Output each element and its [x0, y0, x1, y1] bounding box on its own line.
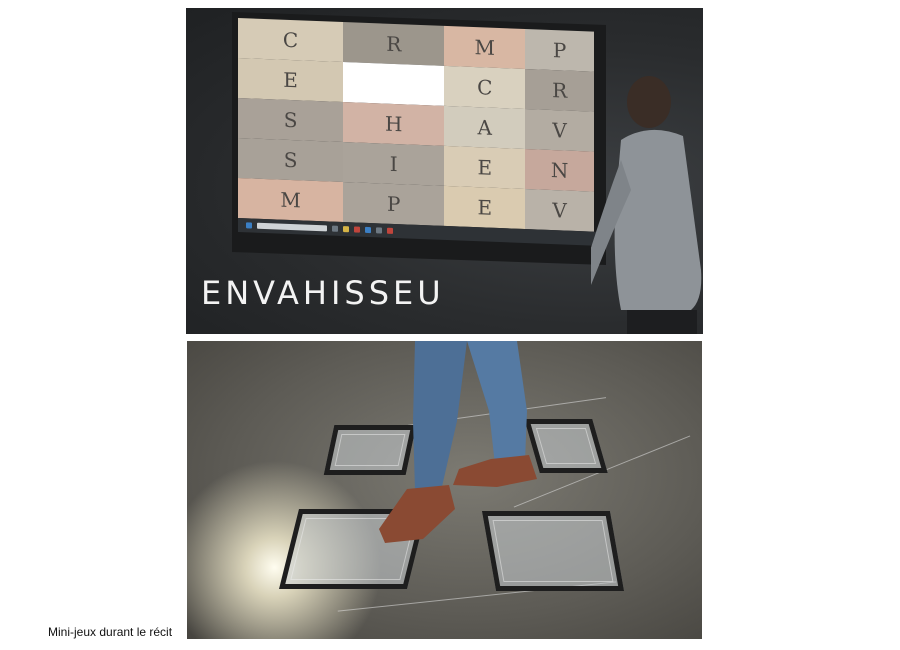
grid-letter-cell: R: [525, 69, 594, 112]
person-silhouette: [591, 76, 702, 334]
grid-letter-cell: S: [238, 138, 344, 183]
grid-letter-cell: R: [343, 22, 445, 66]
top-photo: CRMPECRSHAVSIENMPEV ENVAHISSEU: [186, 8, 703, 334]
grid-letter-cell: I: [343, 142, 445, 186]
grid-letter-cell: [343, 62, 445, 106]
taskbar-app-icon: [354, 226, 360, 233]
figure-caption: Mini-jeux durant le récit: [48, 625, 173, 639]
grid-letter-cell: E: [444, 185, 526, 230]
taskbar-app-icon: [387, 227, 393, 234]
grid-letter-cell: M: [444, 25, 526, 70]
grid-letter-cell: H: [343, 102, 445, 146]
grid-letter-cell: V: [525, 189, 594, 232]
grid-letter-cell: E: [238, 58, 344, 103]
player-legs: [379, 341, 537, 543]
video-overlay-title: ENVAHISSEU: [201, 274, 445, 312]
grid-letter-cell: E: [444, 145, 526, 190]
grid-letter-cell: P: [343, 182, 445, 226]
grid-letter-cell: S: [238, 98, 344, 143]
bottom-photo: [187, 341, 702, 639]
grid-letter-cell: C: [444, 65, 526, 110]
grid-letter-cell: V: [525, 109, 594, 152]
grid-letter-cell: M: [238, 178, 344, 223]
letter-grid: CRMPECRSHAVSIENMPEV: [238, 18, 594, 232]
taskbar-search-icon: [257, 222, 327, 232]
projected-game-screen: CRMPECRSHAVSIENMPEV: [238, 18, 602, 250]
grid-letter-cell: P: [525, 29, 594, 72]
taskbar-app-icon: [376, 227, 382, 234]
taskbar-app-icon: [332, 225, 338, 232]
grid-letter-cell: A: [444, 105, 526, 150]
taskbar-app-icon: [343, 226, 349, 233]
start-icon: [246, 222, 252, 229]
taskbar-app-icon: [365, 226, 371, 234]
grid-letter-cell: N: [525, 149, 594, 192]
grid-letter-cell: C: [238, 18, 344, 63]
